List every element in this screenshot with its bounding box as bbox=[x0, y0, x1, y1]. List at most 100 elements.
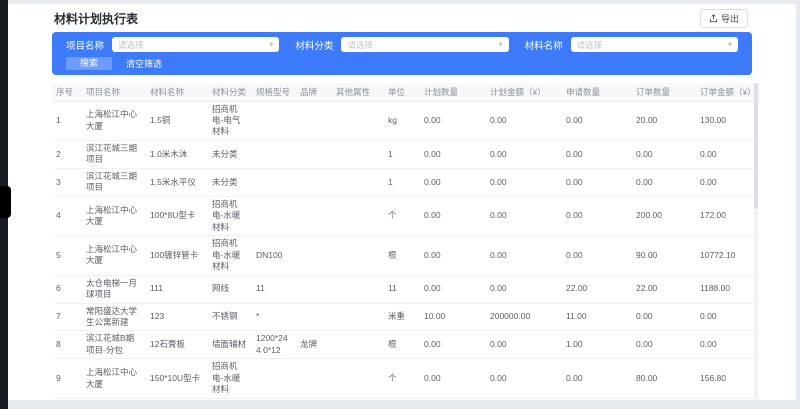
table-cell: 未分类 bbox=[208, 140, 252, 168]
table-cell: 招商机电-水暖材料 bbox=[208, 359, 252, 398]
table-cell bbox=[332, 275, 384, 303]
table-cell: 招商机电-水暖材料 bbox=[208, 236, 252, 275]
table-cell: 0.00 bbox=[562, 140, 632, 168]
table-cell: kg bbox=[384, 101, 420, 140]
table-cell: 7 bbox=[52, 303, 82, 331]
main-card: 材料计划执行表 导出 项目名称 ▾ 材料分类 bbox=[8, 4, 796, 400]
table-row: 5上海松江中心大厦100镀锌管卡招商机电-水暖材料DN100根0.000.000… bbox=[52, 236, 760, 275]
table-cell: 100*8U型卡 bbox=[146, 196, 208, 235]
table-cell: 0.00 bbox=[486, 196, 562, 235]
table-cell: DN100 bbox=[252, 236, 296, 275]
material-name-label: 材料名称 bbox=[525, 38, 563, 52]
table-row: 7常阳盛达大学生公寓新建123不锈钢*米重10.00200000.0011.00… bbox=[52, 303, 760, 331]
table-cell: 常阳盛达大学生公寓新建 bbox=[82, 303, 146, 331]
table-cell bbox=[296, 359, 332, 398]
table-row: 6太仓电梯一月球项目111网线11110.000.0022.0022.00118… bbox=[52, 275, 760, 303]
table-cell: 1.5米水平仪 bbox=[146, 168, 208, 196]
table-cell: 1.5铜 bbox=[146, 101, 208, 140]
table-cell: 滨江花城三期项目 bbox=[82, 140, 146, 168]
table-cell: 网线 bbox=[208, 275, 252, 303]
table-cell: 0.00 bbox=[486, 359, 562, 398]
material-name-select[interactable]: ▾ bbox=[571, 37, 738, 52]
table-cell: 0.00 bbox=[420, 101, 486, 140]
table-cell bbox=[252, 359, 296, 398]
table-cell: 不锈钢 bbox=[208, 303, 252, 331]
material-category-label: 材料分类 bbox=[295, 38, 333, 52]
project-name-select-input[interactable] bbox=[118, 40, 265, 50]
table-cell bbox=[296, 275, 332, 303]
clear-filters-link[interactable]: 清空筛选 bbox=[126, 57, 162, 70]
export-button[interactable]: 导出 bbox=[700, 9, 748, 28]
table-cell: 90.00 bbox=[632, 236, 696, 275]
filter-panel: 项目名称 ▾ 材料分类 ▾ 材料名称 bbox=[52, 32, 752, 75]
column-header: 申请数量 bbox=[562, 83, 632, 101]
table-cell: 10772.10 bbox=[696, 236, 760, 275]
chevron-down-icon: ▾ bbox=[499, 41, 503, 49]
table-cell: 200.00 bbox=[632, 196, 696, 235]
table-cell bbox=[296, 236, 332, 275]
table-cell: 10.00 bbox=[420, 303, 486, 331]
table-cell bbox=[332, 140, 384, 168]
table-cell: 12石膏板 bbox=[146, 331, 208, 359]
table-cell: 2 bbox=[52, 140, 82, 168]
export-icon bbox=[709, 14, 718, 23]
table-cell bbox=[252, 140, 296, 168]
table-cell: 1188.00 bbox=[696, 275, 760, 303]
filter-actions: 搜索 清空筛选 bbox=[66, 57, 738, 70]
column-header: 项目名称 bbox=[82, 83, 146, 101]
material-category-select[interactable]: ▾ bbox=[341, 37, 508, 52]
table-cell: 22.00 bbox=[562, 275, 632, 303]
filter-field-project: 项目名称 ▾ bbox=[66, 37, 279, 52]
table-cell bbox=[332, 196, 384, 235]
column-header: 序号 bbox=[52, 83, 82, 101]
table-cell: 3 bbox=[52, 168, 82, 196]
table-cell: 0.00 bbox=[632, 303, 696, 331]
table-cell: 上海松江中心大厦 bbox=[82, 196, 146, 235]
table-cell: 20.00 bbox=[632, 101, 696, 140]
page-title: 材料计划执行表 bbox=[54, 10, 138, 27]
table-cell: 156.80 bbox=[696, 359, 760, 398]
vertical-scrollbar bbox=[754, 83, 758, 399]
column-header: 订单数量 bbox=[632, 83, 696, 101]
table-cell: * bbox=[252, 303, 296, 331]
table-cell: 未分类 bbox=[208, 168, 252, 196]
table-cell bbox=[332, 168, 384, 196]
sidebar-toggle-handle[interactable] bbox=[0, 186, 11, 218]
table-cell: 0.00 bbox=[562, 236, 632, 275]
column-header: 材料名称 bbox=[146, 83, 208, 101]
table-row: 2滨江花城三期项目1.0米木沐未分类10.000.000.000.000.00 bbox=[52, 140, 760, 168]
table-cell: 0.00 bbox=[420, 140, 486, 168]
table-cell: 0.00 bbox=[632, 168, 696, 196]
material-name-select-input[interactable] bbox=[577, 40, 724, 50]
table-cell bbox=[332, 236, 384, 275]
table-cell: 22.00 bbox=[632, 275, 696, 303]
project-name-select[interactable]: ▾ bbox=[112, 37, 279, 52]
chevron-down-icon: ▾ bbox=[269, 41, 273, 49]
table-cell: 1.0米木沐 bbox=[146, 140, 208, 168]
table-cell: 130.00 bbox=[696, 101, 760, 140]
table-cell: 0.00 bbox=[486, 168, 562, 196]
table-cell: 滨江花城三期项目 bbox=[82, 168, 146, 196]
search-button[interactable]: 搜索 bbox=[66, 57, 112, 70]
table-cell: 200000.00 bbox=[486, 303, 562, 331]
table-cell: 11.00 bbox=[562, 303, 632, 331]
filter-row: 项目名称 ▾ 材料分类 ▾ 材料名称 bbox=[66, 37, 738, 52]
material-category-select-input[interactable] bbox=[347, 40, 494, 50]
table-row: 3滨江花城三期项目1.5米水平仪未分类10.000.000.000.000.00 bbox=[52, 168, 760, 196]
column-header: 订单金额（¥） bbox=[696, 83, 760, 101]
table-body: 1上海松江中心大厦1.5铜招商机电-电气材料kg0.000.000.0020.0… bbox=[52, 101, 760, 398]
table-cell: 8 bbox=[52, 331, 82, 359]
table-cell: 80.00 bbox=[632, 359, 696, 398]
table-cell: 滨江花城B期项目-分包 bbox=[82, 331, 146, 359]
table-cell bbox=[296, 140, 332, 168]
vertical-scrollbar-thumb[interactable] bbox=[754, 83, 758, 209]
table-cell: 1 bbox=[384, 168, 420, 196]
column-header: 单位 bbox=[384, 83, 420, 101]
table-cell: 根 bbox=[384, 236, 420, 275]
table-cell: 上海松江中心大厦 bbox=[82, 359, 146, 398]
column-header: 其他属性 bbox=[332, 83, 384, 101]
column-header: 品牌 bbox=[296, 83, 332, 101]
table-cell: 墙面辅材 bbox=[208, 331, 252, 359]
table-cell: 0.00 bbox=[486, 275, 562, 303]
table-cell: 5 bbox=[52, 236, 82, 275]
